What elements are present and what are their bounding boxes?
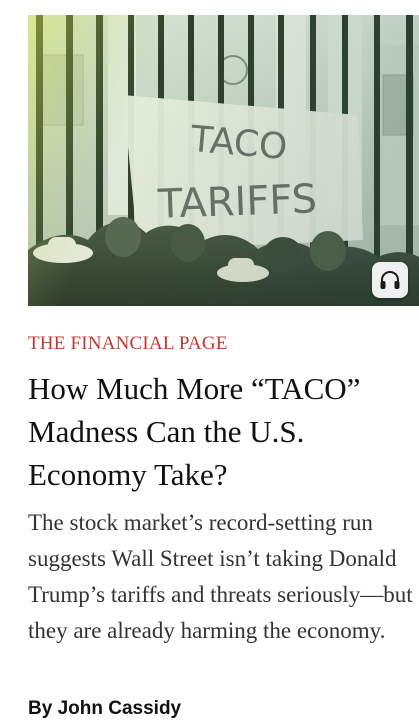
article-headline[interactable]: How Much More “TACO” Madness Can the U.S… xyxy=(28,367,413,496)
hero-image[interactable]: TACO TARIFFS xyxy=(28,15,419,306)
byline-prefix: By xyxy=(28,698,58,719)
protest-photo: TACO TARIFFS xyxy=(28,15,419,306)
headphones-icon xyxy=(380,270,400,289)
headline-prefix: How Much More “ xyxy=(28,371,265,406)
byline: By John Cassidy xyxy=(28,697,181,721)
listen-audio-button[interactable] xyxy=(372,262,408,298)
section-rubric[interactable]: THE FINANCIAL PAGE xyxy=(28,333,408,355)
article-dek: The stock market’s record-setting run su… xyxy=(28,510,413,643)
headline-acronym: TACO xyxy=(264,371,347,406)
author-link[interactable]: John Cassidy xyxy=(58,698,182,719)
